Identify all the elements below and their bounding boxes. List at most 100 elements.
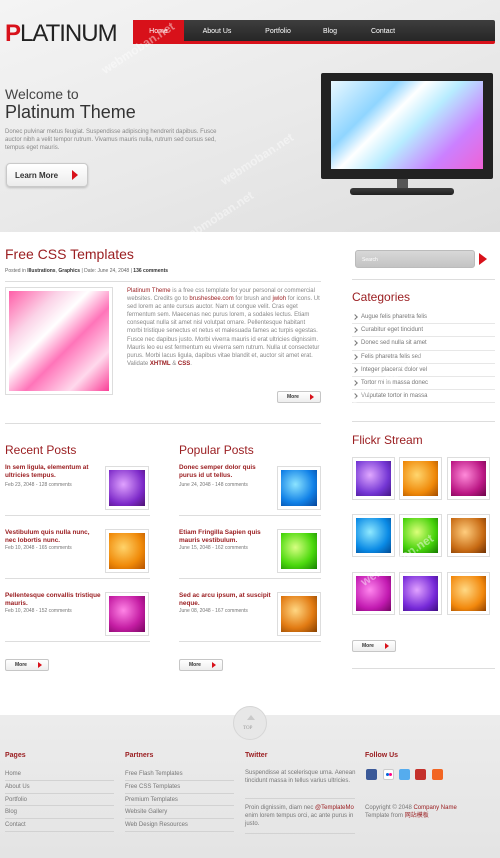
monitor-image <box>321 73 493 179</box>
divider <box>245 833 355 834</box>
footer-pages-list: Home About Us Portfolio Blog Contact <box>5 768 114 832</box>
article-copy: & <box>170 360 178 367</box>
footer-link-home[interactable]: Home <box>5 768 114 781</box>
arrow-right-icon <box>310 394 314 400</box>
partner-link[interactable]: Free Flash Templates <box>125 768 234 781</box>
footer-link-blog[interactable]: Blog <box>5 806 114 820</box>
article-copy: . <box>190 360 192 367</box>
post-thumbnail[interactable] <box>277 466 321 510</box>
recent-post-title[interactable]: Pellentesque convallis tristique mauris. <box>5 592 101 608</box>
nav-about-us[interactable]: About Us <box>195 20 239 44</box>
divider <box>179 641 321 642</box>
post-thumbnail[interactable] <box>105 592 149 636</box>
main-title: Free CSS Templates <box>5 246 134 262</box>
credit-link[interactable]: jwloh <box>272 296 286 302</box>
css-link[interactable]: CSS <box>178 361 190 367</box>
category-link[interactable]: Donec sed nulla sit amet <box>352 337 495 351</box>
article-text: Platinum Theme is a free css template fo… <box>127 287 321 368</box>
footer-link-about-us[interactable]: About Us <box>5 781 114 794</box>
flickr-photo[interactable] <box>447 514 490 557</box>
partner-link[interactable]: Website Gallery <box>125 806 234 820</box>
post-thumbnail[interactable] <box>277 592 321 636</box>
post-date: Date: June 24, 2048 <box>84 268 130 274</box>
flickr-photo[interactable] <box>399 572 442 615</box>
divider <box>179 578 321 579</box>
youtube-icon[interactable] <box>415 769 426 780</box>
partner-link[interactable]: Free CSS Templates <box>125 781 234 794</box>
search-button-icon[interactable] <box>479 253 487 265</box>
twitter-icon[interactable] <box>399 769 410 780</box>
main-navigation: Home About Us Portfolio Blog Contact <box>133 20 495 44</box>
article-brand: Platinum Theme <box>127 288 171 294</box>
company-name-link[interactable]: Company Name <box>413 805 456 811</box>
article-copy: for brush and <box>233 296 273 303</box>
logo[interactable]: PLATINUM <box>5 20 118 48</box>
search-input[interactable]: Search <box>355 250 475 268</box>
flickr-photo[interactable] <box>352 514 395 557</box>
partner-link[interactable]: Web Design Resources <box>125 819 234 832</box>
category-link[interactable]: Integer placerat dolor vel <box>352 364 495 377</box>
footer-twitter-title: Twitter <box>245 752 268 759</box>
template-credit-link[interactable]: 网站模板 <box>405 813 429 819</box>
post-thumbnail[interactable] <box>105 466 149 510</box>
flickr-icon[interactable] <box>383 769 394 780</box>
rss-icon[interactable] <box>432 769 443 780</box>
popular-post-date: June 08, 2048 - 167 comments <box>179 608 248 614</box>
tweet: Proin dignissim, diam nec @TemplateMo en… <box>245 805 357 828</box>
template-credit-text: Template from <box>365 812 405 819</box>
footer-link-contact[interactable]: Contact <box>5 819 114 832</box>
footer-link-portfolio[interactable]: Portfolio <box>5 794 114 807</box>
divider <box>352 421 495 422</box>
recent-post-title[interactable]: Vestibulum quis nulla nunc, nec lobortis… <box>5 529 101 545</box>
divider <box>5 423 321 424</box>
popular-post-title[interactable]: Donec semper dolor quis purus id ut tell… <box>179 464 275 480</box>
hero-text: Donec pulvinar metus feugiat. Suspendiss… <box>5 129 217 151</box>
separator: | <box>130 268 132 274</box>
flickr-photo[interactable] <box>447 572 490 615</box>
divider <box>245 798 355 799</box>
comments-link[interactable]: 136 comments <box>133 268 168 274</box>
divider <box>5 578 150 579</box>
tweet: Suspendisse at scelerisque urna. Aenean … <box>245 770 356 784</box>
category-illustrations-link[interactable]: Illustrations <box>27 268 55 274</box>
category-link[interactable]: Augue felis pharetra felis <box>352 311 495 325</box>
credit-link[interactable]: brushesbee.com <box>189 296 233 302</box>
partner-link[interactable]: Premium Templates <box>125 794 234 807</box>
divider <box>5 281 321 282</box>
popular-more-button[interactable]: More <box>179 659 223 671</box>
more-button[interactable]: More <box>277 391 321 403</box>
hero-title: Platinum Theme <box>5 102 136 122</box>
category-graphics-link[interactable]: Graphics <box>58 268 80 274</box>
xhtml-link[interactable]: XHTML <box>150 361 171 367</box>
popular-post-title[interactable]: Sed ac arcu ipsum, at suscipit neque. <box>179 592 275 608</box>
more-label: More <box>189 662 201 668</box>
flickr-photo[interactable] <box>399 457 442 500</box>
post-thumbnail[interactable] <box>277 529 321 573</box>
footer-partners-list: Free Flash Templates Free CSS Templates … <box>125 768 234 832</box>
recent-more-button[interactable]: More <box>5 659 49 671</box>
top-label: TOP <box>243 726 253 731</box>
popular-post-title[interactable]: Etiam Fringilla Sapien quis mauris vesti… <box>179 529 275 545</box>
twitter-handle-link[interactable]: @TemplateMo <box>315 805 354 811</box>
nav-contact[interactable]: Contact <box>366 20 400 44</box>
back-to-top-button[interactable]: TOP <box>233 706 267 740</box>
nav-portfolio[interactable]: Portfolio <box>257 20 299 44</box>
chevron-up-icon <box>247 715 255 720</box>
page: PLATINUM Home About Us Portfolio Blog Co… <box>0 0 500 858</box>
flickr-photo[interactable] <box>447 457 490 500</box>
flickr-more-button[interactable]: More <box>352 640 396 652</box>
arrow-right-icon <box>212 662 216 668</box>
footer-pages-title: Pages <box>5 752 26 759</box>
post-thumbnail[interactable] <box>105 529 149 573</box>
hero-welcome: Welcome to <box>5 86 79 102</box>
recent-post-title[interactable]: In sem ligula, elementum at ultricies te… <box>5 464 101 480</box>
flickr-photo[interactable] <box>352 457 395 500</box>
facebook-icon[interactable] <box>366 769 377 780</box>
learn-more-label: Learn More <box>15 171 59 180</box>
monitor-screen <box>331 81 483 169</box>
search-placeholder: Search <box>362 257 378 263</box>
category-link[interactable]: Curabitur eget tincidunt <box>352 324 495 338</box>
nav-blog[interactable]: Blog <box>317 20 343 44</box>
learn-more-button[interactable]: Learn More <box>6 163 88 187</box>
comma: , <box>55 268 57 274</box>
